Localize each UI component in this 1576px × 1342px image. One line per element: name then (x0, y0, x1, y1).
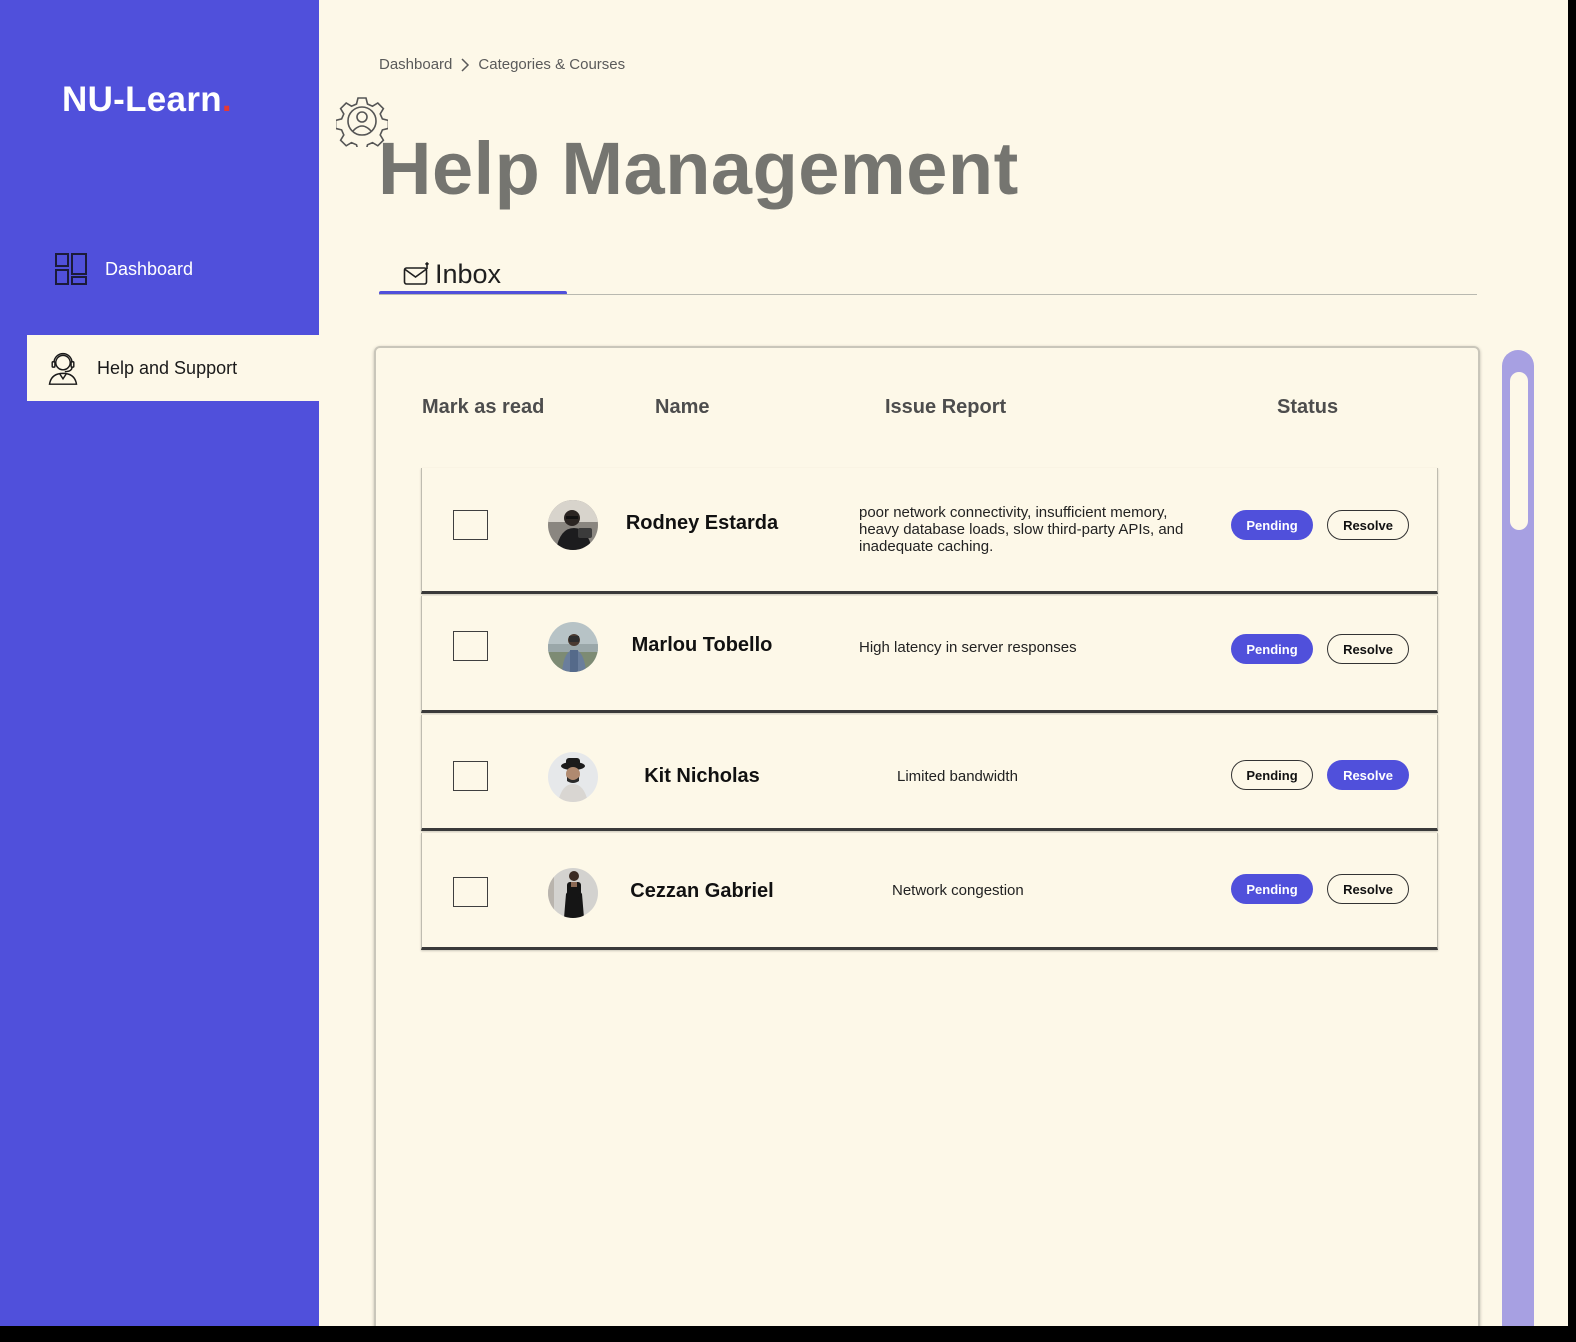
logo-text: NU-Learn (62, 80, 222, 119)
sidebar-item-label: Dashboard (105, 258, 194, 279)
sidebar-item-help-and-support[interactable]: Help and Support (27, 335, 319, 401)
tab-label: Inbox (435, 258, 502, 289)
tab-inbox[interactable]: Inbox (379, 252, 567, 296)
app-logo[interactable]: NU-Learn. (62, 80, 232, 120)
issue-report-text: Network congestion (892, 882, 1024, 899)
issue-report-text: High latency in server responses (859, 639, 1077, 656)
pending-button[interactable]: Pending (1231, 634, 1313, 664)
column-header-mark-as-read: Mark as read (422, 396, 545, 418)
app-canvas: NU-Learn. Dashboard Help and Support Das… (0, 0, 1568, 1326)
column-header-status: Status (1277, 396, 1339, 418)
issue-report-text: Limited bandwidth (897, 768, 1018, 785)
table-row: Rodney Estarda poor network connectivity… (421, 468, 1438, 594)
avatar (548, 500, 598, 550)
chevron-right-icon (460, 57, 470, 73)
breadcrumb-item-categories-courses[interactable]: Categories & Courses (478, 56, 625, 73)
breadcrumb: Dashboard Categories & Courses (379, 56, 625, 73)
avatar (548, 622, 598, 672)
mark-read-checkbox[interactable] (453, 631, 488, 661)
pending-button[interactable]: Pending (1231, 760, 1313, 790)
table-row: Cezzan Gabriel Network congestion Pendin… (421, 833, 1438, 950)
support-agent-icon (45, 350, 81, 386)
grid-icon (53, 251, 89, 287)
avatar (548, 752, 598, 802)
resolve-button[interactable]: Resolve (1327, 634, 1409, 664)
pending-button[interactable]: Pending (1231, 874, 1313, 904)
breadcrumb-item-dashboard[interactable]: Dashboard (379, 56, 452, 73)
user-name: Rodney Estarda (625, 512, 779, 534)
avatar (548, 868, 598, 918)
resolve-button[interactable]: Resolve (1327, 760, 1409, 790)
mark-read-checkbox[interactable] (453, 761, 488, 791)
mail-icon (403, 260, 431, 288)
table-row: Kit Nicholas Limited bandwidth Pending R… (421, 715, 1438, 831)
column-header-issue-report: Issue Report (885, 396, 1007, 418)
table-row: Marlou Tobello High latency in server re… (421, 596, 1438, 713)
issue-report-text: poor network connectivity, insufficient … (859, 504, 1184, 555)
mark-read-checkbox[interactable] (453, 877, 488, 907)
column-header-name: Name (655, 396, 710, 418)
page-title: Help Management (378, 127, 1019, 210)
scrollbar-thumb[interactable] (1510, 372, 1528, 530)
resolve-button[interactable]: Resolve (1327, 874, 1409, 904)
user-name: Marlou Tobello (631, 634, 773, 656)
sidebar: NU-Learn. Dashboard Help and Support (0, 0, 319, 1326)
user-name: Kit Nicholas (644, 765, 760, 787)
resolve-button[interactable]: Resolve (1327, 510, 1409, 540)
user-name: Cezzan Gabriel (630, 880, 774, 902)
logo-dot: . (221, 80, 232, 119)
sidebar-item-label: Help and Support (97, 357, 238, 378)
sidebar-item-dashboard[interactable]: Dashboard (27, 236, 319, 302)
pending-button[interactable]: Pending (1231, 510, 1313, 540)
tab-divider (379, 294, 1477, 295)
mark-read-checkbox[interactable] (453, 510, 488, 540)
